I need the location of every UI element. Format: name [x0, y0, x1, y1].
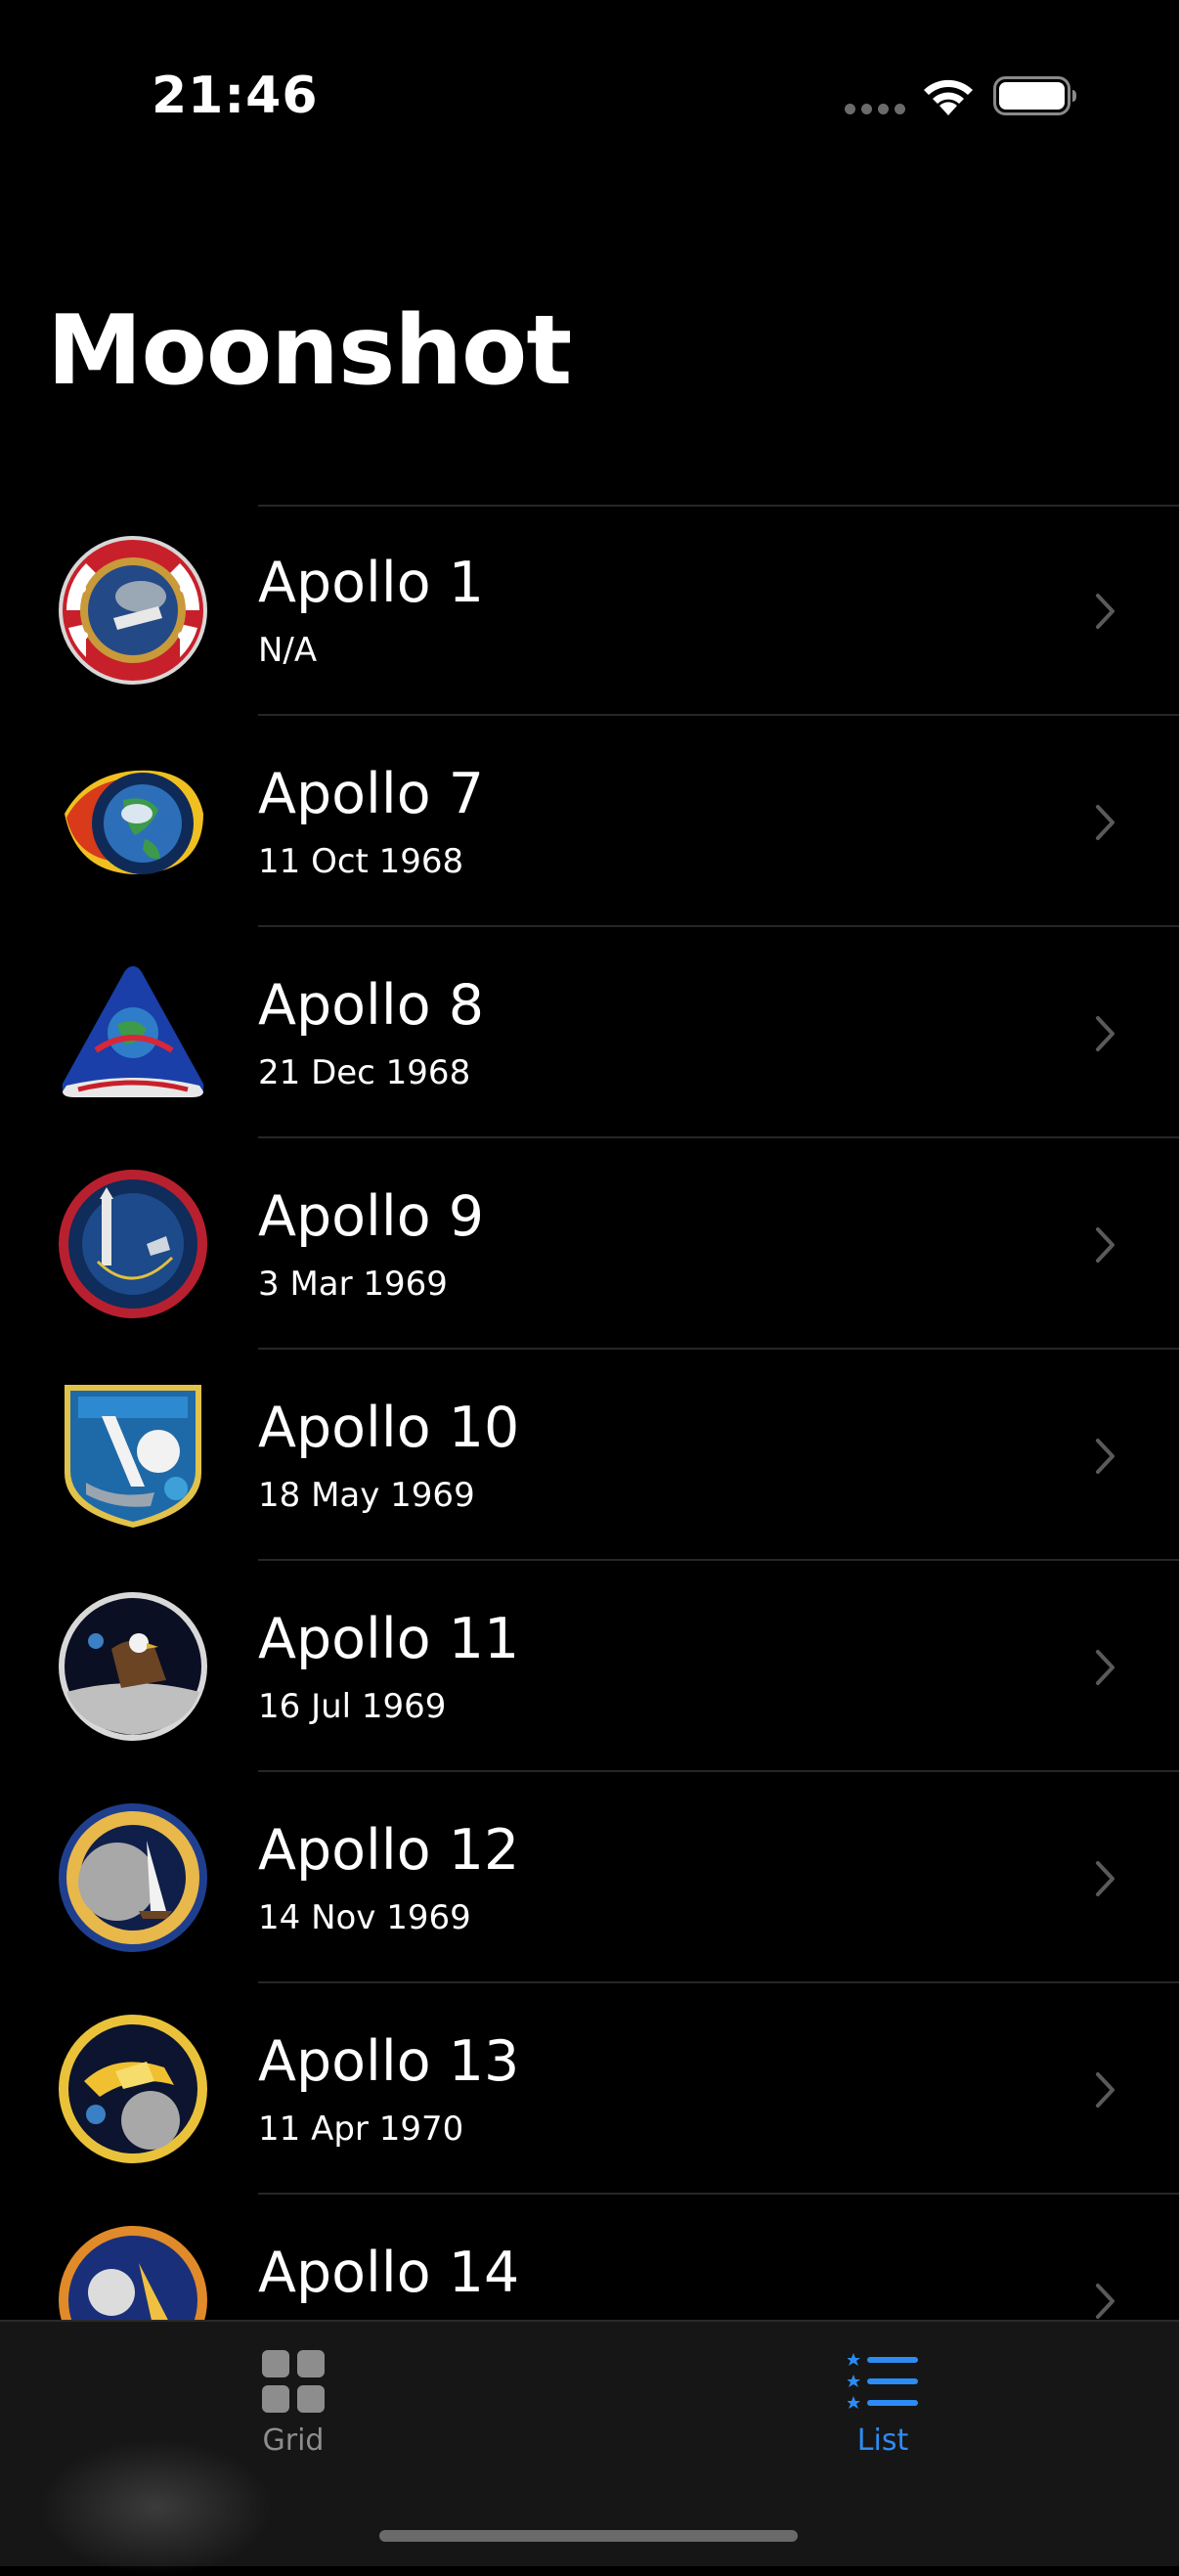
chevron-right-icon [1096, 2072, 1114, 2108]
mission-name: Apollo 1 [258, 551, 484, 615]
cellular-signal-icon [845, 104, 905, 115]
tab-grid-label: Grid [262, 2423, 325, 2458]
grid-icon [262, 2350, 325, 2413]
chevron-right-icon [1096, 805, 1114, 840]
mission-name: Apollo 11 [258, 1607, 520, 1671]
mission-row-apollo-1[interactable]: Apollo 1 N/A [0, 505, 1179, 716]
wifi-icon [924, 79, 973, 115]
mission-list: Apollo 1 N/A Apollo 7 11 Oct 1968 Apollo… [0, 505, 1179, 2406]
mission-date: 16 Jul 1969 [258, 1687, 447, 1726]
chevron-right-icon [1096, 2284, 1114, 2319]
apollo-1-patch-icon [59, 536, 207, 685]
mission-date: 14 Nov 1969 [258, 1898, 471, 1937]
chevron-right-icon [1096, 594, 1114, 629]
tab-grid[interactable]: Grid [196, 2349, 391, 2486]
apollo-11-patch-icon [59, 1592, 207, 1741]
mission-date: 21 Dec 1968 [258, 1053, 471, 1092]
chevron-right-icon [1096, 1861, 1114, 1896]
chevron-right-icon [1096, 1439, 1114, 1474]
mission-date: 11 Oct 1968 [258, 842, 464, 881]
apollo-7-patch-icon [65, 770, 203, 874]
mission-name: Apollo 10 [258, 1396, 520, 1460]
apollo-10-patch-icon [65, 1385, 201, 1528]
chevron-right-icon [1096, 1650, 1114, 1685]
mission-row-apollo-9[interactable]: Apollo 9 3 Mar 1969 [0, 1138, 1179, 1350]
mission-row-apollo-8[interactable]: Apollo 8 21 Dec 1968 [0, 927, 1179, 1138]
status-time: 21:46 [152, 67, 319, 125]
mission-row-apollo-10[interactable]: Apollo 10 18 May 1969 [0, 1350, 1179, 1561]
apollo-12-patch-icon [59, 1803, 207, 1952]
mission-row-apollo-11[interactable]: Apollo 11 16 Jul 1969 [0, 1561, 1179, 1772]
page-title: Moonshot [47, 295, 572, 407]
list-icon [848, 2353, 918, 2409]
mission-name: Apollo 14 [258, 2241, 520, 2305]
apollo-13-patch-icon [59, 2015, 207, 2163]
mission-date: 3 Mar 1969 [258, 1265, 448, 1304]
mission-row-apollo-12[interactable]: Apollo 12 14 Nov 1969 [0, 1772, 1179, 1983]
tab-list[interactable]: List [785, 2349, 981, 2486]
apollo-8-patch-icon [62, 966, 204, 1097]
mission-date: 11 Apr 1970 [258, 2110, 464, 2149]
mission-name: Apollo 8 [258, 973, 484, 1038]
apollo-9-patch-icon [59, 1170, 207, 1318]
mission-name: Apollo 13 [258, 2029, 520, 2094]
mission-row-apollo-13[interactable]: Apollo 13 11 Apr 1970 [0, 1983, 1179, 2195]
battery-icon [993, 76, 1076, 115]
mission-date: N/A [258, 631, 318, 670]
chevron-right-icon [1096, 1227, 1114, 1263]
mission-date: 18 May 1969 [258, 1476, 475, 1515]
mission-name: Apollo 7 [258, 762, 484, 826]
chevron-right-icon [1096, 1016, 1114, 1051]
mission-name: Apollo 9 [258, 1184, 484, 1249]
status-bar: 21:46 [0, 0, 1179, 196]
mission-name: Apollo 12 [258, 1818, 520, 1883]
tab-list-label: List [856, 2423, 909, 2458]
home-indicator [379, 2530, 798, 2542]
mission-row-apollo-7[interactable]: Apollo 7 11 Oct 1968 [0, 716, 1179, 927]
